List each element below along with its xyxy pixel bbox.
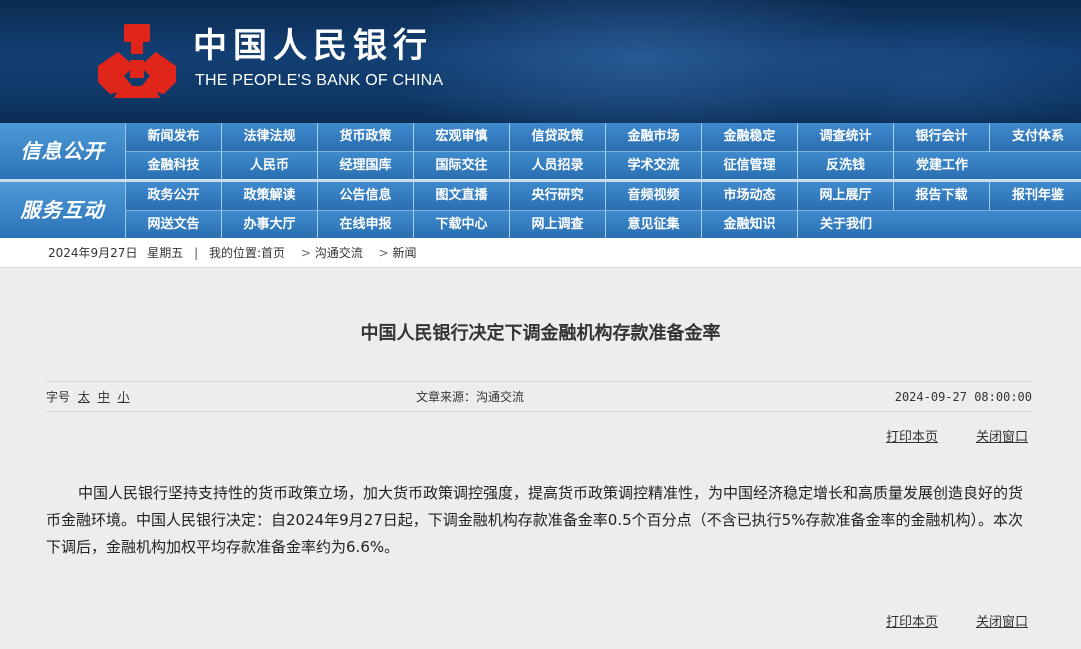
nav-block-info: 信息公开 新闻发布 法律法规 货币政策 宏观审慎 信贷政策 金融市场 金融稳定 … xyxy=(0,123,1081,180)
article-actions-top: 打印本页 关闭窗口 xyxy=(0,426,1081,446)
nav-item-yearbook[interactable]: 报刊年鉴 xyxy=(990,182,1081,210)
article-datetime: 2024-09-27 08:00:00 xyxy=(894,390,1032,404)
nav-item-about-us[interactable]: 关于我们 xyxy=(798,211,894,239)
nav-item-financial-knowledge[interactable]: 金融知识 xyxy=(702,211,798,239)
nav-item-financial-market[interactable]: 金融市场 xyxy=(606,123,702,151)
nav-item-online-notices[interactable]: 网送文告 xyxy=(126,211,222,239)
nav-item-recruitment[interactable]: 人员招录 xyxy=(510,152,606,180)
banner-glow-secondary xyxy=(760,10,1081,123)
nav-item-macroprudential[interactable]: 宏观审慎 xyxy=(414,123,510,151)
breadcrumb-home-link[interactable]: 首页 xyxy=(261,246,285,260)
breadcrumb-news-link[interactable]: 新闻 xyxy=(393,246,417,260)
breadcrumb-content: 2024年9月27日 星期五 | 我的位置:首页 > 沟通交流 > 新闻 xyxy=(48,238,417,268)
pboc-emblem-icon[interactable] xyxy=(94,22,180,100)
close-window-link[interactable]: 关闭窗口 xyxy=(976,611,1028,630)
font-size-medium-button[interactable]: 中 xyxy=(98,390,110,404)
nav-item-market-dynamics[interactable]: 市场动态 xyxy=(702,182,798,210)
location-label: 我的位置: xyxy=(209,246,262,260)
nav-row-info-1: 新闻发布 法律法规 货币政策 宏观审慎 信贷政策 金融市场 金融稳定 调查统计 … xyxy=(126,123,1081,151)
nav-item-policy-interpretation[interactable]: 政策解读 xyxy=(222,182,318,210)
article-title: 中国人民银行决定下调金融机构存款准备金率 xyxy=(360,323,721,344)
breadcrumb-communication-link[interactable]: 沟通交流 xyxy=(315,246,363,260)
site-banner: 中国人民银行 THE PEOPLE'S BANK OF CHINA xyxy=(0,0,1081,123)
nav-item-gov-affairs[interactable]: 政务公开 xyxy=(126,182,222,210)
nav-item-international[interactable]: 国际交往 xyxy=(414,152,510,180)
nav-item-fintech[interactable]: 金融科技 xyxy=(126,152,222,180)
font-size-selector: 字号 太 中 小 xyxy=(46,382,130,413)
nav-item-financial-stability[interactable]: 金融稳定 xyxy=(702,123,798,151)
font-size-large-button[interactable]: 太 xyxy=(78,390,90,404)
nav-item-online-survey[interactable]: 网上调查 xyxy=(510,211,606,239)
nav-item-credit-reference[interactable]: 征信管理 xyxy=(702,152,798,180)
nav-item-opinion-collection[interactable]: 意见征集 xyxy=(606,211,702,239)
breadcrumb-arrow-icon: > xyxy=(378,246,389,260)
nav-item-credit-policy[interactable]: 信贷政策 xyxy=(510,123,606,151)
current-date: 2024年9月27日 xyxy=(48,246,138,260)
article-actions-bottom: 打印本页 关闭窗口 xyxy=(0,611,1081,631)
main-navigation: 信息公开 新闻发布 法律法规 货币政策 宏观审慎 信贷政策 金融市场 金融稳定 … xyxy=(0,123,1081,239)
nav-item-survey-statistics[interactable]: 调查统计 xyxy=(798,123,894,151)
nav-item-research[interactable]: 央行研究 xyxy=(510,182,606,210)
nav-row-service-2: 网送文告 办事大厅 在线申报 下载中心 网上调查 意见征集 金融知识 关于我们 xyxy=(126,210,1081,239)
nav-item-party-building[interactable]: 党建工作 xyxy=(894,152,990,180)
bank-name-english: THE PEOPLE'S BANK OF CHINA xyxy=(195,72,444,89)
nav-block-service: 服务互动 政务公开 政策解读 公告信息 图文直播 央行研究 音频视频 市场动态 … xyxy=(0,182,1081,239)
nav-item-announcements[interactable]: 公告信息 xyxy=(318,182,414,210)
nav-item-news-release[interactable]: 新闻发布 xyxy=(126,123,222,151)
print-page-link[interactable]: 打印本页 xyxy=(886,426,938,445)
article-meta-bar: 字号 太 中 小 文章来源：沟通交流 2024-09-27 08:00:00 xyxy=(46,381,1032,412)
font-size-small-button[interactable]: 小 xyxy=(118,390,130,404)
nav-item-laws[interactable]: 法律法规 xyxy=(222,123,318,151)
nav-item-payment-system[interactable]: 支付体系 xyxy=(990,123,1081,151)
nav-item-bank-accounting[interactable]: 银行会计 xyxy=(894,123,990,151)
current-weekday: 星期五 xyxy=(147,246,184,260)
font-size-label: 字号 xyxy=(46,390,71,404)
nav-item-online-filing[interactable]: 在线申报 xyxy=(318,211,414,239)
nav-item-live-broadcast[interactable]: 图文直播 xyxy=(414,182,510,210)
nav-item-rmb[interactable]: 人民币 xyxy=(222,152,318,180)
nav-item-anti-money-laundering[interactable]: 反洗钱 xyxy=(798,152,894,180)
nav-row-info-2: 金融科技 人民币 经理国库 国际交往 人员招录 学术交流 征信管理 反洗钱 党建… xyxy=(126,151,1081,180)
nav-item-report-download[interactable]: 报告下载 xyxy=(894,182,990,210)
nav-item-service-hall[interactable]: 办事大厅 xyxy=(222,211,318,239)
breadcrumb-arrow-icon: > xyxy=(300,246,311,260)
nav-section-service-label[interactable]: 服务互动 xyxy=(0,182,126,238)
breadcrumb: 2024年9月27日 星期五 | 我的位置:首页 > 沟通交流 > 新闻 xyxy=(0,238,1081,268)
nav-section-info-label[interactable]: 信息公开 xyxy=(0,123,126,179)
nav-item-treasury[interactable]: 经理国库 xyxy=(318,152,414,180)
nav-item-download-center[interactable]: 下载中心 xyxy=(414,211,510,239)
article-body: 中国人民银行坚持支持性的货币政策立场，加大货币政策调控强度，提高货币政策调控精准… xyxy=(46,484,1024,556)
nav-item-monetary-policy[interactable]: 货币政策 xyxy=(318,123,414,151)
print-page-link[interactable]: 打印本页 xyxy=(886,611,938,630)
breadcrumb-separator: | xyxy=(194,246,199,260)
nav-item-online-exhibition[interactable]: 网上展厅 xyxy=(798,182,894,210)
nav-item-academic[interactable]: 学术交流 xyxy=(606,152,702,180)
nav-row-service-1: 政务公开 政策解读 公告信息 图文直播 央行研究 音频视频 市场动态 网上展厅 … xyxy=(126,182,1081,210)
article-source: 文章来源：沟通交流 xyxy=(416,390,525,404)
bank-name-chinese: 中国人民银行 xyxy=(193,26,433,66)
close-window-link[interactable]: 关闭窗口 xyxy=(976,426,1028,445)
nav-item-audio-video[interactable]: 音频视频 xyxy=(606,182,702,210)
